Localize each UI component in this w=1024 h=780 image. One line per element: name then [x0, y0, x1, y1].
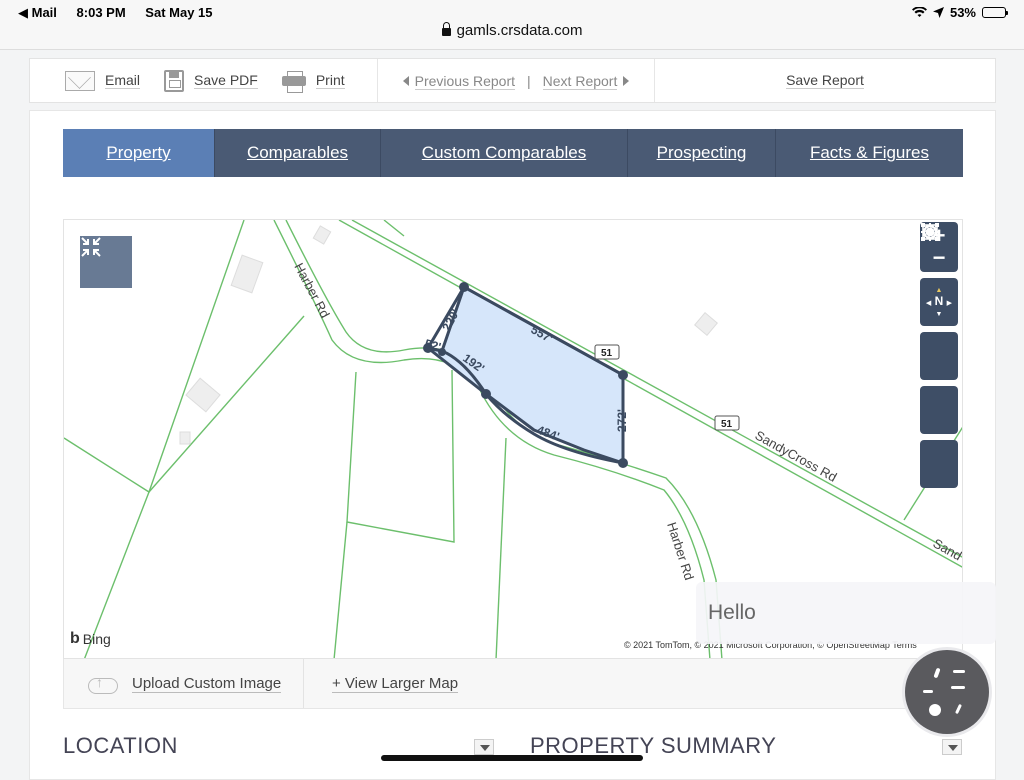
- status-bar: ◀ Mail 8:03 PM Sat May 15 53%: [0, 0, 1024, 22]
- dim-272: 272': [615, 409, 629, 432]
- road-label-harber-upper: Harber Rd: [291, 260, 332, 320]
- email-button[interactable]: Email: [65, 70, 141, 91]
- url-text: gamls.crsdata.com: [456, 22, 583, 39]
- bing-logo: b Bing: [70, 630, 111, 648]
- select-area-button[interactable]: [920, 223, 958, 434]
- crosshair-icon: [921, 223, 939, 241]
- location-collapse-toggle[interactable]: [474, 739, 494, 755]
- fab-dot-icon: [929, 704, 941, 716]
- zoom-out-button[interactable]: −: [933, 247, 946, 269]
- cloud-upload-icon: [84, 674, 118, 694]
- compass-button[interactable]: ▲ ◀ N ▶ ▼: [920, 278, 958, 326]
- compass-north-label: N: [934, 293, 944, 308]
- collapse-map-button[interactable]: [80, 236, 132, 288]
- envelope-icon: [65, 70, 95, 91]
- save-report-area: Save Report: [655, 59, 995, 102]
- share-actions: Email Save PDF Print: [30, 59, 378, 102]
- route-shield-51-a: 51: [601, 348, 613, 359]
- url-bar[interactable]: gamls.crsdata.com: [0, 22, 1024, 50]
- home-indicator[interactable]: [381, 755, 643, 761]
- assistive-touch-button[interactable]: [905, 650, 989, 734]
- tab-comparables[interactable]: Comparables: [215, 129, 381, 177]
- location-heading: LOCATION: [63, 733, 178, 758]
- upload-custom-image-button[interactable]: Upload Custom Image: [64, 659, 304, 708]
- tab-prospecting[interactable]: Prospecting: [628, 129, 776, 177]
- compass-down-icon: ▼: [935, 310, 943, 318]
- previous-report-link[interactable]: Previous Report: [402, 72, 516, 90]
- map-controls: + − ▲ ◀ N ▶ ▼: [920, 222, 958, 494]
- battery-percent: 53%: [949, 5, 976, 20]
- tab-custom-comparables[interactable]: Custom Comparables: [381, 129, 628, 177]
- status-left: ◀ Mail 8:03 PM Sat May 15: [18, 5, 229, 21]
- property-summary-collapse-toggle[interactable]: [942, 739, 962, 755]
- save-report-button[interactable]: Save Report: [786, 72, 864, 89]
- wifi-icon: [911, 7, 927, 17]
- upload-label: Upload Custom Image: [132, 674, 282, 693]
- bing-b-icon: b: [70, 630, 80, 647]
- fab-dot-icon: [951, 686, 965, 689]
- road-label-sandycross: SandyCross Rd: [753, 428, 840, 485]
- collapse-arrows-icon: [81, 237, 101, 257]
- fab-dot-icon: [955, 703, 962, 715]
- view-larger-map-link[interactable]: + View Larger Map: [304, 675, 459, 693]
- map-footer: Upload Custom Image + View Larger Map: [63, 659, 963, 709]
- bing-label: Bing: [82, 631, 111, 647]
- back-to-mail[interactable]: ◀ Mail: [18, 5, 57, 20]
- report-tabs: Property Comparables Custom Comparables …: [63, 129, 963, 177]
- battery-icon: [982, 7, 1008, 18]
- locate-button[interactable]: [920, 223, 958, 488]
- lock-icon: [441, 22, 451, 36]
- nav-separator: |: [527, 72, 531, 89]
- save-pdf-label: Save PDF: [194, 72, 258, 89]
- report-navigation: Previous Report | Next Report: [378, 59, 655, 102]
- email-label: Email: [105, 72, 141, 89]
- print-label: Print: [315, 72, 345, 89]
- next-report-link[interactable]: Next Report: [542, 72, 630, 90]
- fab-dot-icon: [953, 670, 965, 673]
- status-time: 8:03 PM: [76, 5, 126, 20]
- report-toolbar: Email Save PDF Print Previous Report | N…: [29, 58, 996, 103]
- printer-icon: [281, 70, 306, 93]
- compass-right-icon: ▶: [946, 299, 953, 307]
- report-card: Property Comparables Custom Comparables …: [29, 110, 996, 780]
- tab-facts-figures[interactable]: Facts & Figures: [776, 129, 963, 177]
- fab-dot-icon: [923, 690, 933, 693]
- road-label-harber-lower: Harber Rd: [664, 520, 697, 582]
- map-settings-button[interactable]: [920, 224, 958, 380]
- status-date: Sat May 15: [145, 5, 213, 20]
- route-shield-51-b: 51: [721, 419, 733, 430]
- location-arrow-icon: [932, 7, 944, 18]
- hello-chat-bubble[interactable]: Hello: [696, 582, 996, 644]
- save-pdf-button[interactable]: Save PDF: [164, 69, 258, 92]
- triangle-left-icon: [402, 75, 409, 86]
- compass-up-icon: ▲: [935, 286, 943, 294]
- triangle-right-icon: [623, 75, 630, 86]
- fab-dot-icon: [933, 667, 941, 679]
- floppy-disk-icon: [164, 69, 185, 92]
- compass-left-icon: ◀: [925, 299, 932, 307]
- tab-property[interactable]: Property: [63, 129, 215, 177]
- status-right: 53%: [911, 5, 1008, 20]
- print-button[interactable]: Print: [281, 70, 345, 93]
